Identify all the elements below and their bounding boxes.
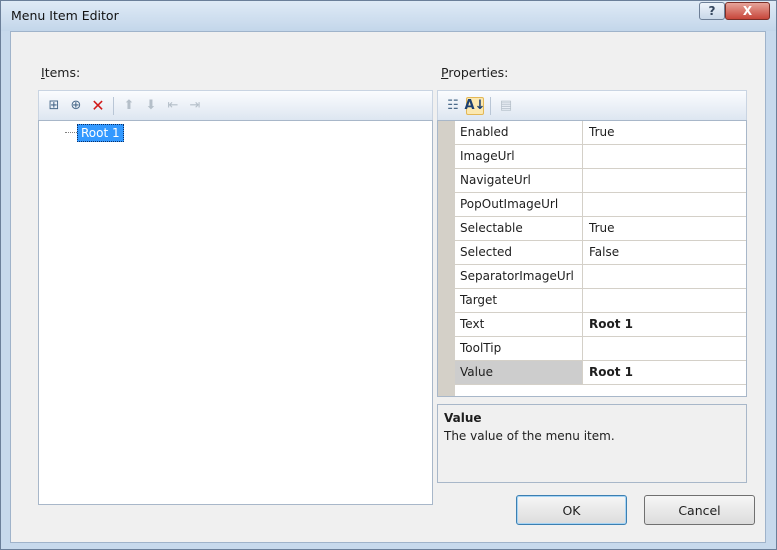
property-pages-icon[interactable]: ▤	[497, 97, 515, 115]
property-name: SeparatorImageUrl	[455, 265, 583, 288]
description-text: The value of the menu item.	[444, 429, 615, 443]
property-row-imageurl[interactable]: ImageUrl	[455, 145, 746, 169]
property-value[interactable]: Root 1	[584, 313, 746, 336]
property-value[interactable]	[584, 265, 746, 288]
property-value[interactable]	[584, 193, 746, 216]
items-toolbar: ⊞ ⊕ ✕ ⬆ ⬇ ⇤ ⇥	[38, 90, 433, 120]
property-name: Target	[455, 289, 583, 312]
properties-toolbar: ☷ A↓ ▤	[437, 90, 747, 120]
outdent-icon[interactable]: ⇤	[164, 97, 182, 115]
cancel-button[interactable]: Cancel	[644, 495, 755, 525]
property-name: ImageUrl	[455, 145, 583, 168]
ok-button[interactable]: OK	[516, 495, 627, 525]
add-root-item-icon[interactable]: ⊞	[45, 97, 63, 115]
categorized-icon[interactable]: ☷	[444, 97, 462, 115]
property-value[interactable]	[584, 169, 746, 192]
property-row-target[interactable]: Target	[455, 289, 746, 313]
property-row-selected[interactable]: Selected False	[455, 241, 746, 265]
property-name: Enabled	[455, 121, 583, 144]
indent-icon[interactable]: ⇥	[186, 97, 204, 115]
property-value[interactable]: True	[584, 217, 746, 240]
properties-label: Properties:	[441, 65, 509, 80]
toolbar-separator	[490, 96, 491, 115]
title-bar[interactable]: Menu Item Editor ? X	[1, 1, 776, 31]
property-row-selectable[interactable]: Selectable True	[455, 217, 746, 241]
property-row-value[interactable]: Value Root 1	[455, 361, 746, 385]
items-tree[interactable]: Root 1	[38, 120, 433, 505]
property-row-tooltip[interactable]: ToolTip	[455, 337, 746, 361]
property-name: Value	[455, 361, 583, 384]
property-description-panel: Value The value of the menu item.	[437, 404, 747, 483]
property-row-text[interactable]: Text Root 1	[455, 313, 746, 337]
add-child-item-icon[interactable]: ⊕	[67, 97, 85, 115]
dialog-client-area: Items: Properties: ⊞ ⊕ ✕ ⬆ ⬇ ⇤ ⇥ Root 1 …	[10, 31, 766, 543]
property-name: NavigateUrl	[455, 169, 583, 192]
move-up-icon[interactable]: ⬆	[120, 97, 138, 115]
property-value[interactable]	[584, 289, 746, 312]
menu-item-editor-window: Menu Item Editor ? X Items: Properties: …	[0, 0, 777, 550]
close-icon: X	[742, 4, 753, 18]
toolbar-separator	[113, 96, 114, 115]
property-name: Selectable	[455, 217, 583, 240]
property-row-separatorimageurl[interactable]: SeparatorImageUrl	[455, 265, 746, 289]
property-name: ToolTip	[455, 337, 583, 360]
delete-icon[interactable]: ✕	[89, 96, 107, 115]
description-title: Value	[444, 411, 482, 425]
property-row-enabled[interactable]: Enabled True	[455, 121, 746, 145]
property-row-navigateurl[interactable]: NavigateUrl	[455, 169, 746, 193]
property-name: PopOutImageUrl	[455, 193, 583, 216]
close-button[interactable]: X	[725, 2, 770, 20]
items-label: Items:	[41, 65, 81, 80]
property-grid: Enabled True ImageUrl NavigateUrl PopOutImag…	[437, 120, 747, 397]
property-value[interactable]	[584, 337, 746, 360]
property-value[interactable]	[584, 145, 746, 168]
tree-connector-line	[65, 132, 77, 133]
property-value[interactable]: True	[584, 121, 746, 144]
tree-node-root-1[interactable]: Root 1	[77, 124, 124, 142]
alphabetical-icon[interactable]: A↓	[465, 96, 485, 115]
help-icon: ?	[708, 4, 716, 18]
property-grid-gutter	[438, 121, 455, 396]
property-value[interactable]: False	[584, 241, 746, 264]
property-name: Text	[455, 313, 583, 336]
window-title: Menu Item Editor	[11, 8, 119, 23]
help-button[interactable]: ?	[699, 2, 725, 20]
move-down-icon[interactable]: ⬇	[142, 97, 160, 115]
property-value[interactable]: Root 1	[584, 361, 746, 384]
property-row-popoutimageurl[interactable]: PopOutImageUrl	[455, 193, 746, 217]
property-name: Selected	[455, 241, 583, 264]
